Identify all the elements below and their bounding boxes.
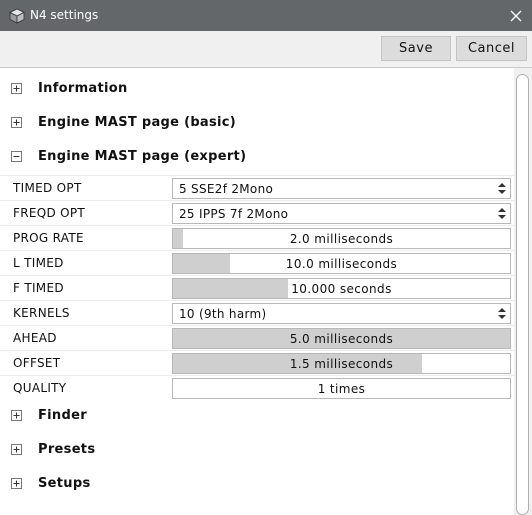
dropdown-value: 10 (9th harm) bbox=[179, 307, 267, 321]
expand-icon[interactable] bbox=[11, 444, 22, 455]
quality-slider[interactable]: 1 times bbox=[172, 378, 511, 399]
spin-arrows-icon[interactable] bbox=[498, 207, 506, 220]
section-engine-mast-expert[interactable]: Engine MAST page (expert) bbox=[0, 140, 514, 174]
slider-value: 10.000 seconds bbox=[291, 282, 392, 296]
save-button[interactable]: Save bbox=[381, 36, 451, 61]
dropdown-value: 25 IPPS 7f 2Mono bbox=[179, 207, 289, 221]
row-label: TIMED OPT bbox=[13, 181, 82, 195]
row-label: L TIMED bbox=[13, 256, 64, 270]
timed-opt-dropdown[interactable]: 5 SSE2f 2Mono bbox=[172, 178, 511, 199]
section-label: Engine MAST page (basic) bbox=[38, 115, 237, 130]
section-engine-mast-basic[interactable]: Engine MAST page (basic) bbox=[0, 106, 514, 140]
row-prog-rate: PROG RATE 2.0 milliseconds bbox=[0, 225, 514, 250]
section-label: Presets bbox=[38, 442, 96, 457]
section-label: Information bbox=[38, 81, 128, 96]
ahead-slider[interactable]: 5.0 milliseconds bbox=[172, 328, 511, 349]
row-label: F TIMED bbox=[13, 281, 64, 295]
settings-panel: Information Engine MAST page (basic) Eng… bbox=[0, 68, 514, 515]
scrollbar-thumb[interactable] bbox=[516, 74, 529, 515]
vertical-scrollbar[interactable] bbox=[514, 68, 532, 515]
slider-value: 2.0 milliseconds bbox=[289, 232, 394, 246]
row-label: AHEAD bbox=[13, 331, 57, 345]
freqd-opt-dropdown[interactable]: 25 IPPS 7f 2Mono bbox=[172, 203, 511, 224]
dropdown-value: 5 SSE2f 2Mono bbox=[179, 182, 274, 196]
cancel-button[interactable]: Cancel bbox=[456, 36, 527, 61]
cube-icon bbox=[9, 8, 25, 24]
row-label: OFFSET bbox=[13, 356, 61, 370]
slider-value: 1.5 milliseconds bbox=[289, 357, 394, 371]
row-offset: OFFSET 1.5 milliseconds bbox=[0, 350, 514, 375]
spin-arrows-icon[interactable] bbox=[498, 307, 506, 320]
spin-arrows-icon[interactable] bbox=[498, 182, 506, 195]
row-label: FREQD OPT bbox=[13, 206, 86, 220]
row-timed-opt: TIMED OPT 5 SSE2f 2Mono bbox=[0, 175, 514, 200]
slider-value: 5.0 milliseconds bbox=[289, 332, 394, 346]
row-label: QUALITY bbox=[13, 381, 67, 395]
kernels-dropdown[interactable]: 10 (9th harm) bbox=[172, 303, 511, 324]
section-label: Finder bbox=[38, 408, 87, 423]
prog-rate-slider[interactable]: 2.0 milliseconds bbox=[172, 228, 511, 249]
row-ahead: AHEAD 5.0 milliseconds bbox=[0, 325, 514, 350]
expand-icon[interactable] bbox=[11, 478, 22, 489]
row-l-timed: L TIMED 10.0 milliseconds bbox=[0, 250, 514, 275]
close-button[interactable] bbox=[500, 0, 532, 31]
expand-icon[interactable] bbox=[11, 410, 22, 421]
expand-icon[interactable] bbox=[11, 117, 22, 128]
slider-value: 1 times bbox=[317, 382, 366, 396]
row-freqd-opt: FREQD OPT 25 IPPS 7f 2Mono bbox=[0, 200, 514, 225]
row-f-timed: F TIMED 10.000 seconds bbox=[0, 275, 514, 300]
section-setups[interactable]: Setups bbox=[0, 467, 514, 501]
row-label: PROG RATE bbox=[13, 231, 84, 245]
section-label: Engine MAST page (expert) bbox=[38, 149, 247, 164]
section-finder[interactable]: Finder bbox=[0, 399, 514, 433]
title-bar[interactable]: N4 settings bbox=[0, 0, 532, 31]
settings-window: N4 settings Save Cancel Information Engi… bbox=[0, 0, 532, 515]
expand-icon[interactable] bbox=[11, 83, 22, 94]
offset-slider[interactable]: 1.5 milliseconds bbox=[172, 353, 511, 374]
row-quality: QUALITY 1 times bbox=[0, 375, 514, 400]
f-timed-slider[interactable]: 10.000 seconds bbox=[172, 278, 511, 299]
section-label: Setups bbox=[38, 476, 91, 491]
row-kernels: KERNELS 10 (9th harm) bbox=[0, 300, 514, 325]
collapse-icon[interactable] bbox=[11, 151, 22, 162]
row-label: KERNELS bbox=[13, 306, 70, 320]
l-timed-slider[interactable]: 10.0 milliseconds bbox=[172, 253, 511, 274]
close-icon bbox=[510, 10, 522, 21]
section-information[interactable]: Information bbox=[0, 72, 514, 106]
toolbar: Save Cancel bbox=[0, 31, 532, 68]
slider-value: 10.0 milliseconds bbox=[285, 257, 398, 271]
window-title: N4 settings bbox=[30, 8, 99, 22]
section-presets[interactable]: Presets bbox=[0, 433, 514, 467]
